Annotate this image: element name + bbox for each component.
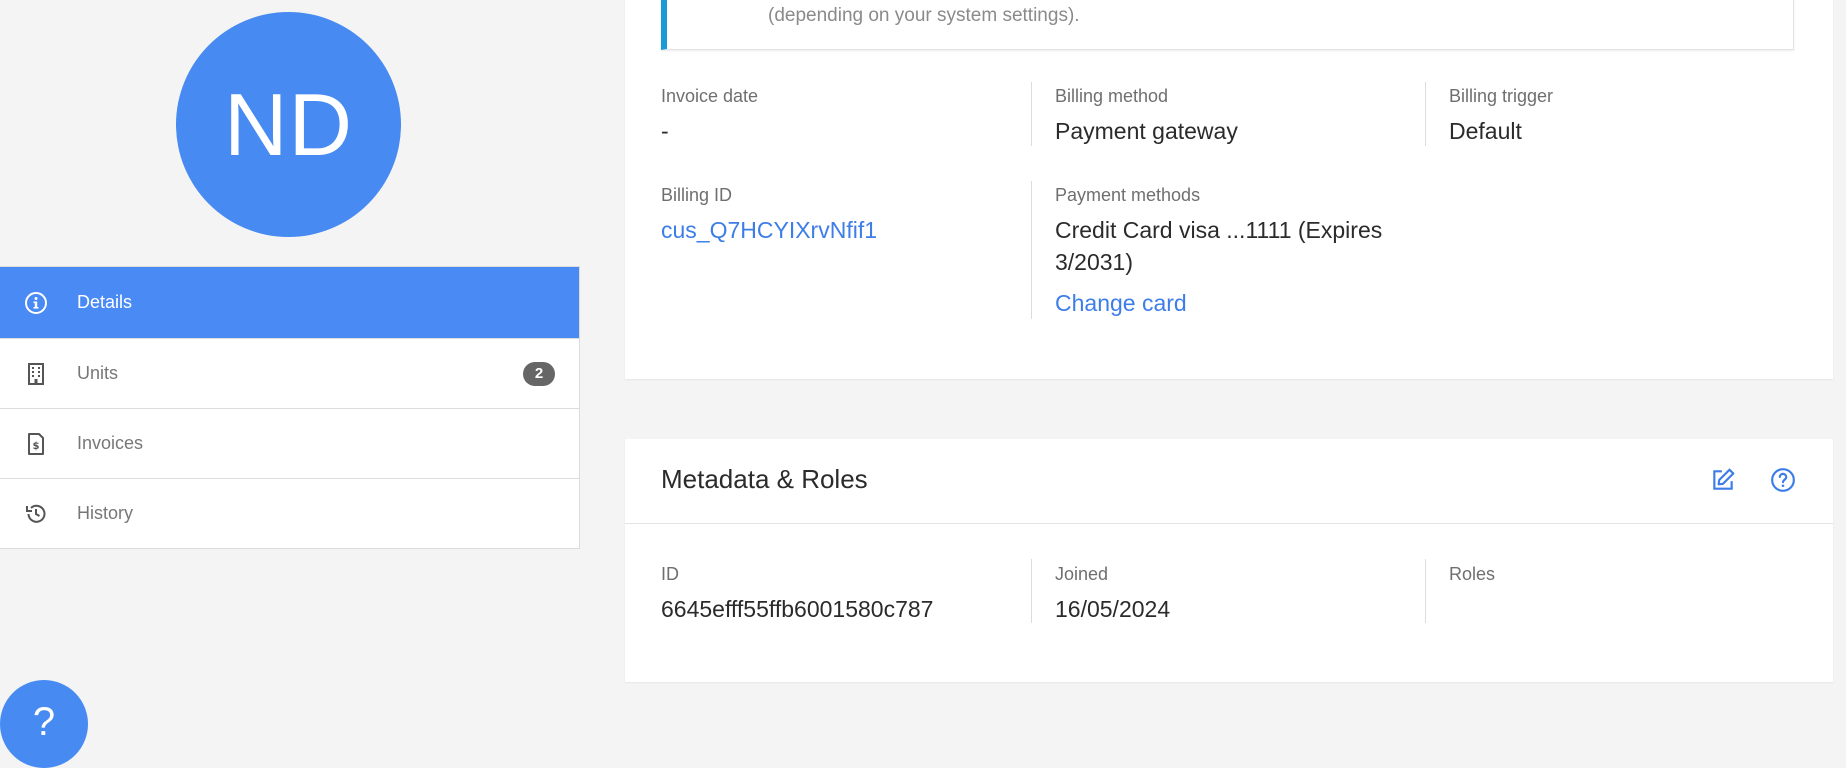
- invoice-icon: $: [24, 432, 48, 456]
- billing-method-value: Payment gateway: [1055, 118, 1238, 144]
- billing-method-label: Billing method: [1055, 86, 1169, 106]
- joined-value: 16/05/2024: [1055, 596, 1171, 622]
- joined-label: Joined: [1055, 564, 1109, 584]
- avatar-initials: ND: [223, 74, 354, 174]
- id-label: ID: [661, 564, 679, 584]
- nav-item-history[interactable]: History: [0, 478, 579, 548]
- help-circle-icon[interactable]: [1770, 467, 1796, 493]
- help-button[interactable]: ?: [0, 680, 88, 768]
- payment-method-value-line1: Credit Card visa ...1111 (Expires: [1055, 217, 1383, 243]
- payment-method-value-line2: 3/2031): [1055, 249, 1134, 275]
- nav-item-invoices[interactable]: $ Invoices: [0, 408, 579, 478]
- edit-icon[interactable]: [1710, 467, 1736, 493]
- billing-id-label: Billing ID: [661, 185, 733, 205]
- divider: [1031, 181, 1032, 319]
- metadata-header: Metadata & Roles: [625, 439, 1833, 524]
- nav-item-details[interactable]: Details: [0, 267, 579, 338]
- roles-field: Roles: [1449, 564, 1495, 593]
- billing-trigger-value: Default: [1449, 118, 1522, 144]
- building-icon: [24, 362, 48, 386]
- billing-method-field: Billing method Payment gateway: [1055, 86, 1238, 147]
- nav-item-label: Units: [77, 363, 119, 383]
- change-card-link[interactable]: Change card: [1055, 287, 1415, 319]
- help-icon: ?: [32, 700, 56, 744]
- billing-id-field: Billing ID cus_Q7HCYIXrvNfif1: [661, 185, 877, 246]
- nav-item-label: History: [77, 503, 134, 523]
- nav-item-units[interactable]: Units 2: [0, 338, 579, 408]
- nav-item-label: Invoices: [77, 433, 144, 453]
- id-value: 6645efff55ffb6001580c787: [661, 596, 934, 622]
- notice-box: (depending on your system settings).: [661, 0, 1794, 50]
- divider: [1425, 559, 1426, 623]
- billing-card: (depending on your system settings). Inv…: [625, 0, 1833, 379]
- metadata-card: Metadata & Roles ID 6645efff55ffb6001580…: [625, 439, 1833, 682]
- notice-text: (depending on your system settings).: [768, 5, 1080, 26]
- svg-text:$: $: [33, 441, 40, 452]
- invoice-date-value: -: [661, 118, 669, 144]
- history-icon: [24, 502, 48, 526]
- id-field: ID 6645efff55ffb6001580c787: [661, 564, 933, 625]
- divider: [1031, 82, 1032, 146]
- billing-trigger-label: Billing trigger: [1449, 86, 1554, 106]
- invoice-date-label: Invoice date: [661, 86, 759, 106]
- side-nav: Details Units 2 $ Invoices History: [0, 266, 580, 549]
- payment-methods-field: Payment methods Credit Card visa ...1111…: [1055, 185, 1415, 319]
- joined-field: Joined 16/05/2024: [1055, 564, 1170, 625]
- billing-trigger-field: Billing trigger Default: [1449, 86, 1553, 147]
- units-count-badge: 2: [523, 361, 555, 386]
- billing-id-link[interactable]: cus_Q7HCYIXrvNfif1: [661, 214, 877, 246]
- nav-item-label: Details: [77, 292, 133, 312]
- info-icon: [24, 291, 48, 315]
- metadata-title: Metadata & Roles: [661, 464, 868, 494]
- avatar: ND: [176, 12, 401, 237]
- roles-label: Roles: [1449, 564, 1496, 584]
- divider: [1425, 82, 1426, 146]
- divider: [1031, 559, 1032, 623]
- invoice-date-field: Invoice date -: [661, 86, 758, 147]
- payment-methods-label: Payment methods: [1055, 185, 1201, 205]
